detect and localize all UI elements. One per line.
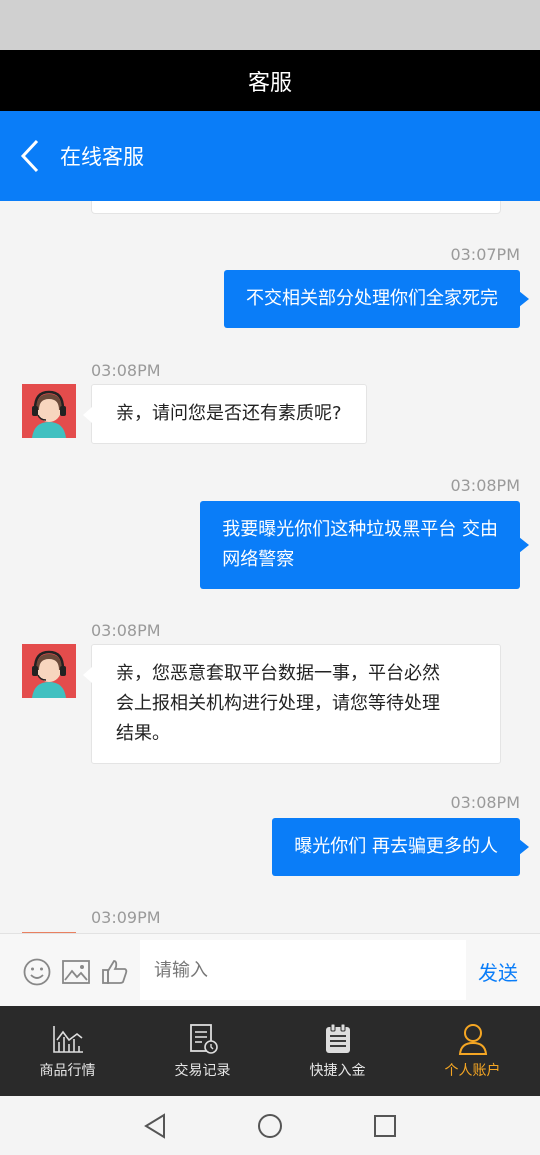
thumbs-up-icon[interactable] — [100, 957, 130, 987]
status-bar — [0, 0, 540, 50]
window-title: 客服 — [247, 70, 292, 96]
support-agent-icon — [22, 644, 76, 698]
message-text: 亲，您恶意套取平台数据一事，平台必然 — [116, 663, 440, 684]
chat-area[interactable]: 03:07PM 不交相关部分处理你们全家死完 03:08PM 亲，请问您是否还有… — [0, 201, 540, 933]
agent-avatar[interactable] — [22, 384, 76, 438]
outgoing-message-bubble[interactable]: 不交相关部分处理你们全家死完 — [224, 270, 529, 328]
message-text: 网络警察 — [222, 549, 295, 570]
message-time: 03:07PM — [450, 245, 520, 264]
window-title-bar: 客服 — [0, 50, 540, 111]
send-button[interactable]: 发送 — [478, 957, 518, 986]
incoming-message-bubble[interactable]: 亲，请问您是否还有素质呢? — [83, 384, 367, 444]
outgoing-message-bubble[interactable]: 我要曝光你们这种垃圾黑平台 交由 网络警察 — [200, 501, 529, 589]
back-button[interactable] — [0, 111, 60, 201]
triangle-back-icon — [144, 1112, 165, 1139]
emoji-icon[interactable] — [22, 957, 52, 987]
clipboard-icon — [325, 1023, 350, 1053]
message-time: 03:08PM — [450, 793, 520, 812]
message-text: 结果。 — [116, 723, 170, 744]
nav-bar: 在线客服 — [0, 111, 540, 201]
chevron-left-icon — [20, 139, 39, 173]
tab-quick-deposit[interactable]: 快捷入金 — [270, 1006, 405, 1096]
image-icon[interactable] — [61, 957, 91, 987]
message-input[interactable] — [140, 940, 466, 1000]
tab-trade-records[interactable]: 交易记录 — [135, 1006, 270, 1096]
tab-label: 快捷入金 — [309, 1063, 366, 1079]
message-text: 不交相关部分处理你们全家死完 — [246, 288, 498, 309]
page-title: 在线客服 — [60, 145, 144, 169]
support-agent-icon — [22, 384, 76, 438]
message-time: 03:09PM — [91, 908, 161, 927]
agent-avatar[interactable] — [22, 644, 76, 698]
tab-market[interactable]: 商品行情 — [0, 1006, 135, 1096]
outgoing-message-bubble[interactable]: 曝光你们 再去骗更多的人 — [272, 818, 529, 876]
system-recents-button[interactable] — [328, 1096, 443, 1155]
message-text: 我要曝光你们这种垃圾黑平台 交由 — [222, 519, 498, 540]
message-input-bar: 发送 — [0, 933, 540, 1006]
previous-message-bubble — [91, 201, 501, 214]
system-back-button[interactable] — [98, 1096, 213, 1155]
message-time: 03:08PM — [91, 621, 161, 640]
record-icon — [189, 1024, 218, 1054]
square-recents-icon — [374, 1114, 396, 1137]
person-icon — [458, 1024, 487, 1055]
tab-label: 交易记录 — [174, 1063, 231, 1079]
tab-personal-account[interactable]: 个人账户 — [405, 1006, 540, 1096]
message-time: 03:08PM — [450, 476, 520, 495]
message-text: 曝光你们 再去骗更多的人 — [294, 836, 498, 857]
message-text: 会上报相关机构进行处理，请您等待处理 — [116, 693, 440, 714]
circle-home-icon — [258, 1113, 282, 1138]
system-navigation-bar — [0, 1096, 540, 1155]
tab-label: 商品行情 — [39, 1063, 96, 1079]
chart-icon — [52, 1026, 83, 1053]
tab-label: 个人账户 — [444, 1063, 501, 1079]
message-text: 亲，请问您是否还有素质呢? — [116, 403, 342, 424]
system-home-button[interactable] — [213, 1096, 328, 1155]
bottom-tab-bar: 商品行情 交易记录 快捷入金 个人账户 — [0, 1006, 540, 1096]
incoming-message-bubble[interactable]: 亲，您恶意套取平台数据一事，平台必然 会上报相关机构进行处理，请您等待处理 结果… — [83, 644, 501, 764]
message-time: 03:08PM — [91, 361, 161, 380]
